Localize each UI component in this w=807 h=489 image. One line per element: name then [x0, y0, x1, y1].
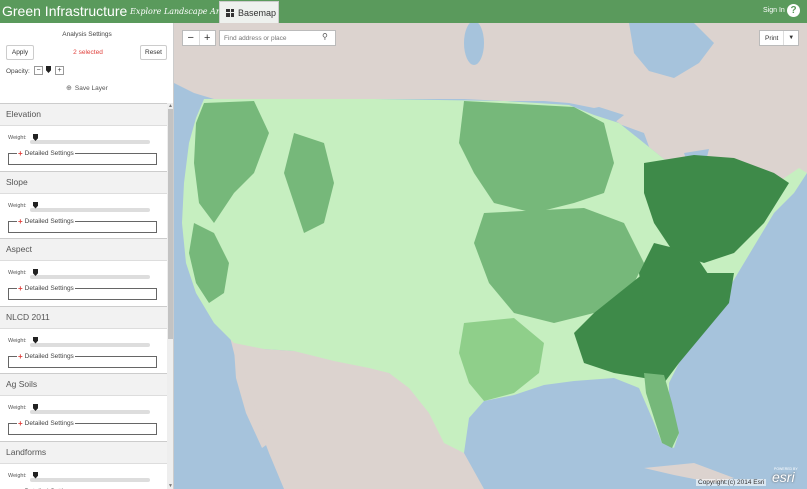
layer-item: Ag Soils Weight: + Detailed Settings [0, 373, 167, 441]
save-icon: ⊕ [66, 85, 72, 92]
layer-header[interactable]: Ag Soils [0, 374, 167, 396]
plus-icon: + [18, 284, 23, 293]
search-icon[interactable]: ⚲ [322, 32, 328, 41]
weight-slider-track[interactable] [30, 207, 150, 212]
opacity-increase-button[interactable]: + [55, 66, 64, 75]
detailed-settings-toggle[interactable]: + Detailed Settings [17, 284, 75, 293]
weight-label: Weight: [8, 472, 27, 479]
canada-lake [667, 40, 691, 56]
plus-icon: + [18, 149, 23, 158]
basemap-button[interactable]: Basemap [219, 1, 279, 23]
detailed-settings-panel: + Detailed Settings [8, 419, 157, 435]
plus-icon: + [18, 419, 23, 428]
save-layer-button[interactable]: ⊕ Save Layer [66, 84, 108, 93]
zoom-control: − + [182, 30, 216, 46]
layer-item: Landforms Weight: + Detailed Settings [0, 440, 167, 489]
detailed-settings-toggle[interactable]: + Detailed Settings [17, 351, 75, 361]
selected-count: 2 selected [73, 49, 103, 56]
detailed-settings-toggle[interactable]: + Detailed Settings [17, 419, 75, 428]
layer-item: Slope Weight: + Detailed Settings [0, 170, 167, 239]
zoom-in-button[interactable]: + [200, 31, 216, 45]
app-header: Green Infrastructure Explore Landscape A… [0, 0, 807, 23]
scrollbar-thumb[interactable] [168, 109, 173, 339]
search-input[interactable] [220, 31, 320, 45]
weight-label: Weight: [8, 405, 27, 411]
lake-winnipeg [464, 23, 484, 65]
scroll-down-icon[interactable]: ▼ [167, 483, 173, 489]
help-icon[interactable]: ? [787, 4, 800, 17]
map-view[interactable]: − + ⚲ Print ▼ POWERED BY esri Copyright:… [174, 23, 807, 489]
detailed-settings-panel: + Detailed Settings [8, 284, 157, 300]
weight-slider-track[interactable] [30, 477, 150, 482]
apply-button[interactable]: Apply [6, 45, 34, 60]
plus-icon: + [18, 216, 23, 226]
weight-label: Weight: [8, 270, 27, 276]
detailed-settings-label: Detailed Settings [24, 352, 74, 360]
detailed-settings-label: Detailed Settings [24, 150, 74, 157]
layer-item: Elevation Weight: + Detailed Settings [0, 103, 167, 171]
opacity-slider-handle[interactable] [46, 66, 51, 73]
layer-header[interactable]: NLCD 2011 [0, 306, 167, 329]
detailed-settings-label: Detailed Settings [24, 217, 74, 225]
weight-label: Weight: [8, 202, 27, 209]
esri-logo: esri [772, 469, 795, 485]
map-canvas [174, 23, 807, 489]
detailed-settings-label: Detailed Settings [24, 420, 74, 427]
settings-title: Analysis Settings [62, 31, 112, 38]
weight-slider-track[interactable] [30, 410, 150, 414]
search-box: ⚲ [219, 30, 336, 46]
weight-slider-track[interactable] [30, 140, 150, 144]
layer-list: Elevation Weight: + Detailed Settings Sl… [0, 103, 167, 489]
layer-header[interactable]: Landforms [0, 441, 167, 464]
weight-label: Weight: [8, 337, 27, 344]
detailed-settings-panel: + Detailed Settings [8, 216, 157, 233]
app-title: Green Infrastructure [2, 3, 128, 19]
detailed-settings-panel: + Detailed Settings [8, 149, 157, 165]
detailed-settings-label: Detailed Settings [24, 285, 74, 292]
analysis-sidebar: Analysis Settings Apply 2 selected Reset… [0, 23, 174, 489]
grid-icon [226, 8, 234, 17]
detailed-settings-panel: + Detailed Settings [8, 351, 157, 368]
layer-header[interactable]: Slope [0, 171, 167, 194]
chevron-down-icon[interactable]: ▼ [783, 31, 798, 45]
opacity-decrease-button[interactable]: − [34, 66, 43, 75]
zoom-out-button[interactable]: − [183, 31, 200, 45]
detailed-settings-toggle[interactable]: + Detailed Settings [17, 149, 75, 158]
detailed-settings-toggle[interactable]: + Detailed Settings [17, 216, 75, 226]
reset-button[interactable]: Reset [140, 45, 167, 60]
sidebar-scrollbar[interactable]: ▲ ▼ [167, 103, 173, 489]
opacity-label: Opacity: [6, 68, 30, 75]
basemap-label: Basemap [238, 7, 277, 18]
signin-link[interactable]: Sign In [763, 7, 785, 14]
layer-header[interactable]: Elevation [0, 104, 167, 126]
plus-icon: + [18, 351, 23, 361]
layer-item: Aspect Weight: + Detailed Settings [0, 238, 167, 306]
weight-slider-track[interactable] [30, 275, 150, 279]
weight-slider-track[interactable] [30, 342, 150, 347]
map-copyright: Copyright:(c) 2014 Esri [696, 479, 767, 486]
save-layer-label: Save Layer [74, 84, 108, 92]
layer-header[interactable]: Aspect [0, 239, 167, 261]
print-control[interactable]: Print ▼ [759, 30, 799, 46]
weight-label: Weight: [8, 135, 27, 141]
print-label[interactable]: Print [760, 35, 783, 42]
layer-item: NLCD 2011 Weight: + Detailed Settings [0, 305, 167, 374]
